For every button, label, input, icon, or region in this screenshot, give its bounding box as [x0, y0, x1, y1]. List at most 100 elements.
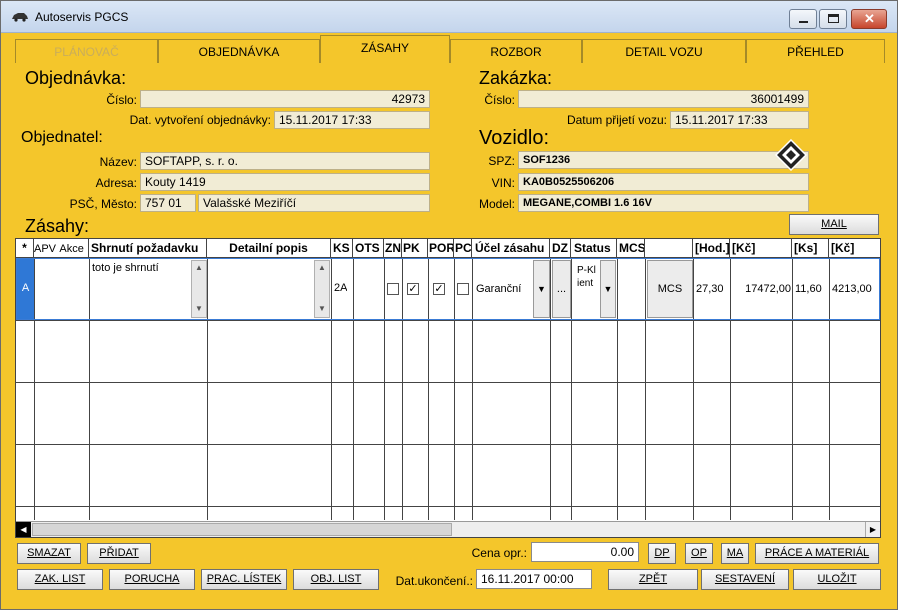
vin-field[interactable]: KA0B0525506206	[518, 173, 809, 191]
por-checkbox[interactable]: ✓	[433, 283, 445, 295]
datum-vytvoreni-field[interactable]: 15.11.2017 17:33	[274, 111, 430, 129]
model-label: Model:	[478, 197, 515, 211]
col-ks2: [Ks]	[792, 239, 829, 258]
col-dz: DZ	[550, 239, 571, 258]
adresa-label: Adresa:	[95, 176, 137, 190]
scroll-down-icon: ▼	[318, 304, 326, 313]
spz-field[interactable]: SOF1236	[518, 151, 809, 169]
nazev-label: Název:	[99, 155, 137, 169]
col-apv-akce: APV Akce	[34, 239, 89, 258]
dp-button[interactable]: DP	[648, 543, 676, 564]
zn-checkbox[interactable]	[387, 283, 399, 295]
table-row[interactable]: A toto je shrnutí ▲ ▼ ▲ ▼ 2A ✓ ✓ Garanční …	[16, 258, 880, 320]
objednavka-cislo-field[interactable]: 42973	[140, 90, 430, 108]
porucha-button[interactable]: PORUCHA	[109, 569, 195, 590]
datukonceni-input[interactable]: 16.11.2017 00:00	[476, 569, 592, 589]
ks2-cell[interactable]: 11,60	[795, 283, 822, 295]
pc-checkbox[interactable]	[457, 283, 469, 295]
psc-field[interactable]: 757 01	[140, 194, 196, 212]
col-por: POR	[428, 239, 454, 258]
shrnuti-scrollbar[interactable]: ▲ ▼	[191, 260, 207, 318]
col-kc2: [Kč]	[831, 241, 855, 255]
scroll-up-icon: ▲	[195, 263, 203, 272]
op-button[interactable]: OP	[685, 543, 713, 564]
smazat-button[interactable]: SMAZAT	[17, 543, 81, 564]
scroll-left-icon[interactable]: ◀	[16, 522, 31, 537]
title-bar: Autoservis PGCS ✕	[1, 1, 897, 33]
pridat-button[interactable]: PŘIDAT	[87, 543, 151, 564]
tab-prehled[interactable]: PŘEHLED	[746, 39, 885, 63]
close-button[interactable]: ✕	[851, 9, 887, 29]
mail-button[interactable]: MAIL	[789, 214, 879, 235]
grid-header: * APV Akce Shrnutí požadavku Detailní po…	[16, 239, 880, 258]
prace-material-button[interactable]: PRÁCE A MATERIÁL	[755, 543, 879, 564]
status-cell[interactable]: P-Kl ient	[577, 264, 601, 290]
zpet-button[interactable]: ZPĚT	[608, 569, 698, 590]
prac-listek-button[interactable]: PRAC. LÍSTEK	[201, 569, 287, 590]
vin-label: VIN:	[491, 176, 515, 190]
ks-cell[interactable]: 2A	[334, 282, 347, 294]
tab-planovac[interactable]: PLÁNOVAČ	[15, 39, 158, 63]
sestaveni-button[interactable]: SESTAVENÍ	[701, 569, 789, 590]
scroll-right-icon[interactable]: ▶	[865, 522, 880, 537]
psc-mesto-label: PSČ, Město:	[69, 197, 137, 211]
maximize-button[interactable]	[819, 9, 847, 29]
col-apv: APV	[34, 243, 57, 255]
dz-button[interactable]: ...	[552, 260, 571, 318]
tab-zasahy[interactable]: ZÁSAHY	[320, 35, 450, 63]
minimize-icon	[799, 21, 808, 23]
adresa-field[interactable]: Kouty 1419	[140, 173, 430, 191]
shrnuti-cell[interactable]: toto je shrnutí	[92, 262, 192, 274]
tab-rozbor[interactable]: ROZBOR	[450, 39, 582, 63]
col-ucel: Účel zásahu	[472, 239, 550, 258]
kc1-cell[interactable]: 17472,00	[733, 283, 791, 295]
tab-detail-vozu[interactable]: DETAIL VOZU	[582, 39, 746, 63]
col-pc: PC	[454, 239, 472, 258]
ulozit-button[interactable]: ULOŽIT	[793, 569, 881, 590]
status-dropdown-button[interactable]: ▼	[600, 260, 616, 318]
kc2-cell[interactable]: 4213,00	[832, 283, 880, 295]
cislo-label: Číslo:	[106, 93, 137, 107]
mcs-button[interactable]: MCS	[647, 260, 693, 318]
mesto-field[interactable]: Valašské Meziříčí	[198, 194, 430, 212]
zakazka-heading: Zakázka:	[479, 68, 553, 88]
col-ks: KS	[331, 239, 353, 258]
window-title: Autoservis PGCS	[35, 10, 129, 24]
zakazka-cislo-field[interactable]: 36001499	[518, 90, 809, 108]
minimize-button[interactable]	[789, 9, 817, 29]
pk-checkbox[interactable]: ✓	[407, 283, 419, 295]
cena-input[interactable]: 0.00	[531, 542, 639, 562]
zak-list-button[interactable]: ZAK. LIST	[17, 569, 103, 590]
nazev-field[interactable]: SOFTAPP, s. r. o.	[140, 152, 430, 170]
zasahy-grid[interactable]: * APV Akce Shrnutí požadavku Detailní po…	[15, 238, 881, 538]
datukonceni-label: Dat.ukončení.:	[395, 574, 473, 588]
cena-label: Cena opr.:	[471, 546, 527, 560]
col-status: Status	[571, 239, 617, 258]
ucel-cell[interactable]: Garanční	[476, 283, 521, 295]
col-detailni-popis: Detailní popis	[207, 239, 331, 258]
tab-objednavka[interactable]: OBJEDNÁVKA	[158, 39, 320, 63]
objednatel-heading: Objednatel:	[21, 129, 103, 146]
horizontal-scrollbar[interactable]: ◀ ▶	[16, 521, 880, 537]
grid-line	[16, 382, 880, 383]
model-field[interactable]: MEGANE,COMBI 1.6 16V	[518, 194, 809, 212]
col-mcs: MCS	[617, 239, 645, 258]
col-pk: PK	[402, 239, 428, 258]
obj-list-button[interactable]: OBJ. LIST	[293, 569, 379, 590]
popis-scrollbar[interactable]: ▲ ▼	[314, 260, 330, 318]
ma-button[interactable]: MA	[721, 543, 749, 564]
row-marker[interactable]: A	[17, 259, 34, 319]
hod-cell[interactable]: 27,30	[696, 283, 724, 295]
maximize-icon	[828, 14, 839, 23]
col-kc1: [Kč]	[730, 239, 792, 258]
close-icon: ✕	[864, 11, 875, 26]
col-ots: OTS	[353, 239, 384, 258]
datum-prijeti-field[interactable]: 15.11.2017 17:33	[670, 111, 809, 129]
tab-bar: PLÁNOVAČ OBJEDNÁVKA ZÁSAHY ROZBOR DETAIL…	[15, 35, 885, 63]
grid-line	[16, 506, 880, 507]
scroll-thumb[interactable]	[32, 523, 452, 536]
col-star: *	[16, 239, 34, 258]
chevron-down-icon: ▼	[603, 284, 613, 294]
scroll-down-icon: ▼	[195, 304, 203, 313]
ucel-dropdown-button[interactable]: ▼	[533, 260, 550, 318]
